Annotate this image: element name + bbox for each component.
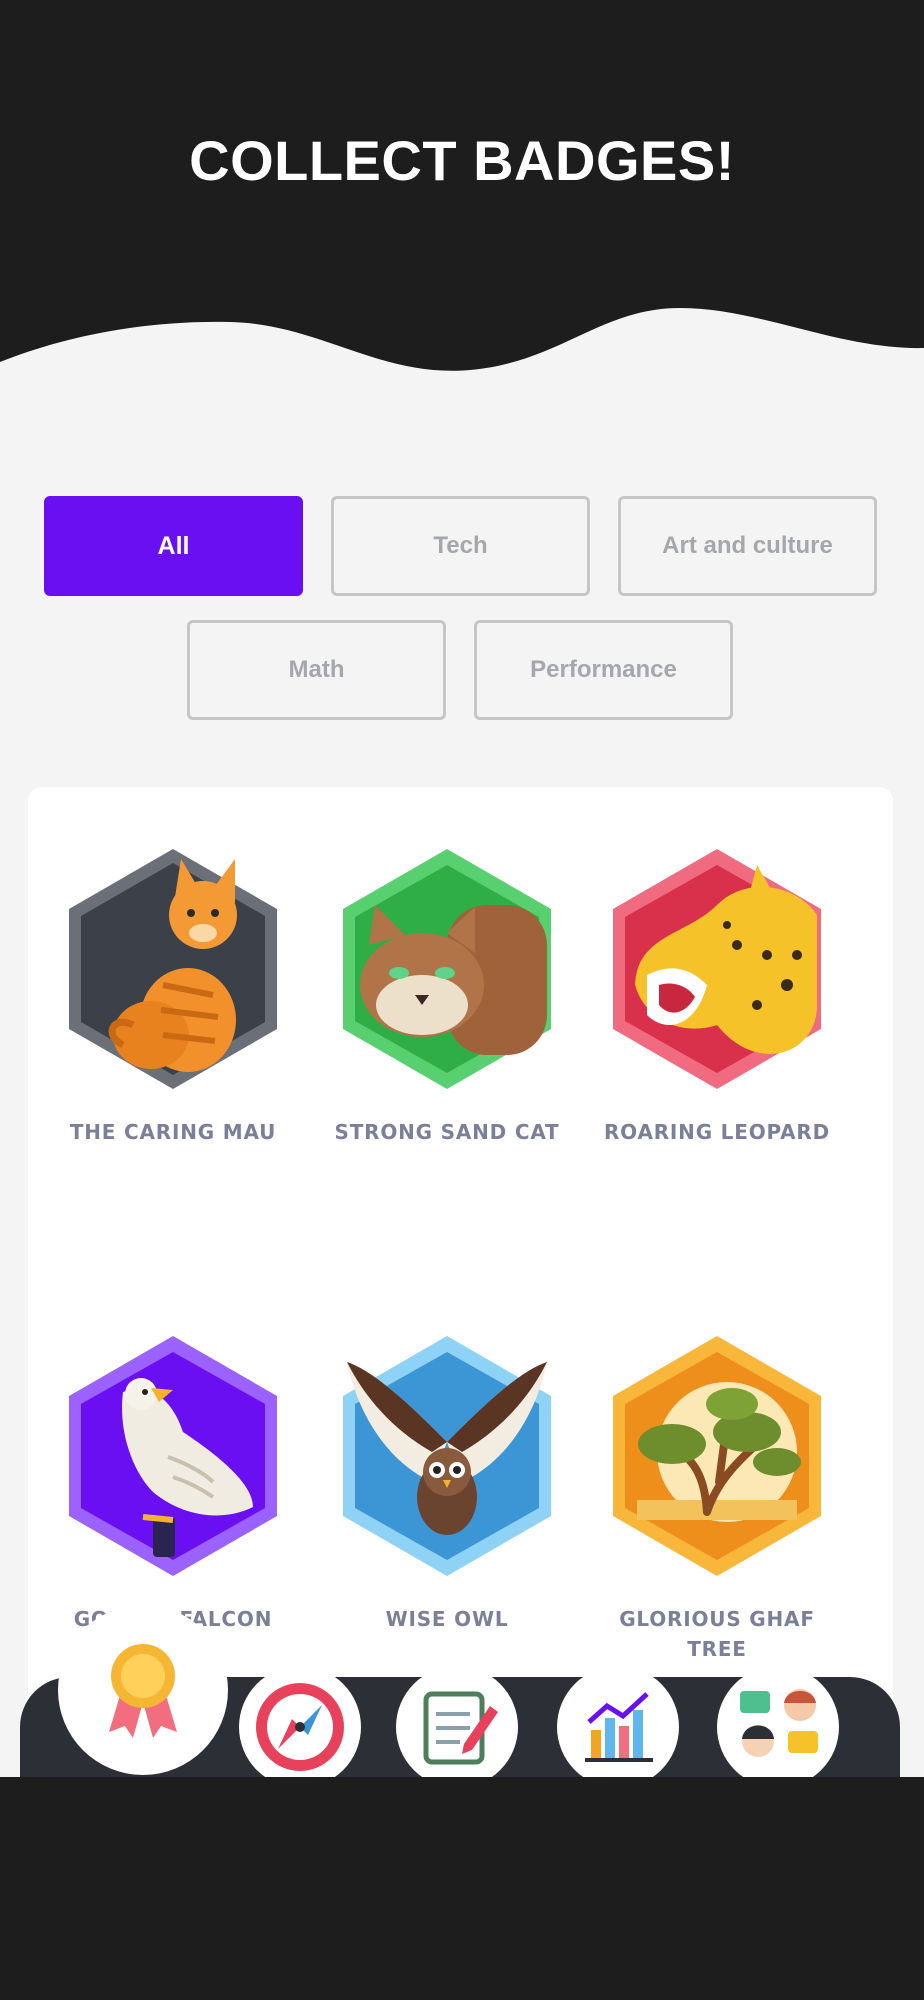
filter-math-button[interactable]: Math	[187, 620, 446, 720]
badge-label: ROARING LEOPARD	[603, 1120, 830, 1144]
nav-explore-button[interactable]	[239, 1666, 361, 1788]
bar-chart-icon	[585, 1692, 653, 1762]
badge-label: WISE OWL	[385, 1607, 509, 1631]
badge-item[interactable]: GLORIOUS GHAF TREE	[592, 1332, 842, 1664]
page-title: COLLECT BADGES!	[189, 129, 735, 192]
falcon-icon	[69, 1336, 277, 1576]
badge-item[interactable]: ROARING LEOPARD	[592, 845, 842, 1147]
badge-label: STRONG SAND CAT	[334, 1120, 560, 1144]
badge-label: GLORIOUS GHAF TREE	[619, 1607, 815, 1661]
badge-label: THE CARING MAU	[69, 1120, 277, 1144]
chat-people-icon	[740, 1689, 818, 1757]
owl-icon	[343, 1336, 551, 1576]
badge-item[interactable]: WISE OWL	[322, 1332, 572, 1634]
award-ribbon-icon	[109, 1644, 177, 1738]
filter-art-culture-button[interactable]: Art and culture	[618, 496, 877, 596]
leopard-icon	[613, 849, 821, 1089]
badge-item[interactable]: THE CARING MAU	[48, 845, 298, 1147]
tree-icon	[613, 1336, 821, 1576]
nav-notes-button[interactable]	[396, 1666, 518, 1788]
filter-performance-button[interactable]: Performance	[474, 620, 733, 720]
sand-cat-icon	[343, 849, 551, 1089]
nav-badges-button[interactable]	[58, 1605, 228, 1775]
filter-all-button[interactable]: All	[44, 496, 303, 596]
cat-icon	[69, 849, 277, 1089]
bottom-bezel	[0, 1777, 924, 2000]
badges-screen: COLLECT BADGES! All Tech Art and culture…	[0, 0, 924, 2000]
nav-progress-button[interactable]	[557, 1666, 679, 1788]
nav-chat-button[interactable]	[717, 1666, 839, 1788]
badge-item[interactable]: GOLDEN FALCON	[48, 1332, 298, 1634]
notepad-pencil-icon	[423, 1691, 498, 1765]
filter-tech-button[interactable]: Tech	[331, 496, 590, 596]
header-wave	[0, 300, 924, 371]
badge-item[interactable]: STRONG SAND CAT	[322, 845, 572, 1147]
compass-icon	[256, 1683, 344, 1771]
